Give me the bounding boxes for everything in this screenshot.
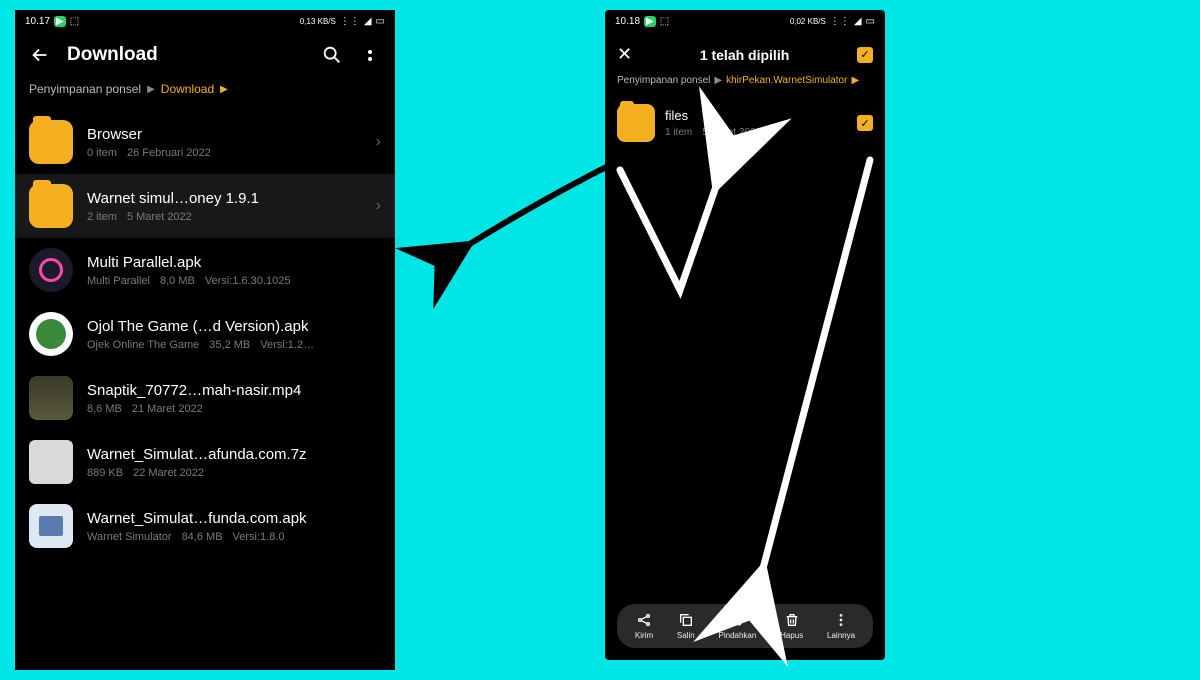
battery-icon: ▭ xyxy=(866,16,875,27)
search-button[interactable] xyxy=(321,44,343,66)
item-name: Warnet_Simulat…funda.com.apk xyxy=(87,510,381,527)
wifi-icon: ⋮⋮ xyxy=(340,16,360,27)
select-all-checkbox[interactable]: ✓ xyxy=(857,47,873,63)
right-screenshot: 10.18 ▶ ⬚ 0,02 KB/S ⋮⋮ ◢ ▭ ✕ 1 telah dip… xyxy=(605,10,885,660)
action-label: Pindahkan xyxy=(719,631,757,640)
item-name: files xyxy=(665,108,847,123)
item-name: Browser xyxy=(87,126,362,143)
selection-bar: ✕ 1 telah dipilih ✓ xyxy=(605,32,885,75)
app-icon xyxy=(29,504,73,548)
cast-icon: ⬚ xyxy=(70,16,79,27)
breadcrumb-root[interactable]: Penyimpanan ponsel xyxy=(617,75,710,86)
chevron-right-icon: ▶ xyxy=(714,75,722,86)
item-name: Warnet simul…oney 1.9.1 xyxy=(87,190,362,207)
app-icon xyxy=(29,248,73,292)
folder-icon xyxy=(29,184,73,228)
delete-button[interactable]: Hapus xyxy=(780,612,803,640)
signal-icon: ◢ xyxy=(854,16,862,27)
chevron-right-icon: › xyxy=(376,133,381,151)
list-item[interactable]: Warnet_Simulat…funda.com.apk Warnet Simu… xyxy=(15,494,395,558)
item-name: Snaptik_70772…mah-nasir.mp4 xyxy=(87,382,381,399)
more-button[interactable] xyxy=(359,44,381,66)
more-button[interactable]: Lainnya xyxy=(827,612,855,640)
page-title: Download xyxy=(67,44,305,66)
close-button[interactable]: ✕ xyxy=(617,44,632,65)
list-item[interactable]: Warnet_Simulat…afunda.com.7z 889 KB22 Ma… xyxy=(15,430,395,494)
annotation-arrow xyxy=(460,160,620,250)
move-button[interactable]: Pindahkan xyxy=(719,612,757,640)
chevron-right-icon: ▶ xyxy=(851,75,859,86)
chevron-right-icon: › xyxy=(376,197,381,215)
list-item[interactable]: Browser 0 item26 Februari 2022 › xyxy=(15,110,395,174)
breadcrumb-root[interactable]: Penyimpanan ponsel xyxy=(29,82,141,96)
chevron-right-icon: ▶ xyxy=(147,84,155,95)
folder-icon xyxy=(29,120,73,164)
wifi-icon: ⋮⋮ xyxy=(830,16,850,27)
whatsapp-icon: ▶ xyxy=(54,16,66,27)
status-bar: 10.18 ▶ ⬚ 0,02 KB/S ⋮⋮ ◢ ▭ xyxy=(605,10,885,32)
app-icon xyxy=(29,312,73,356)
breadcrumb[interactable]: Penyimpanan ponsel ▶ Download ▶ xyxy=(15,82,395,110)
cast-icon: ⬚ xyxy=(660,16,669,27)
status-bar: 10.17 ▶ ⬚ 0,13 KB/S ⋮⋮ ◢ ▭ xyxy=(15,10,395,32)
action-label: Lainnya xyxy=(827,631,855,640)
list-item[interactable]: files 1 item5 Maret 2022 ✓ xyxy=(605,96,885,150)
whatsapp-icon: ▶ xyxy=(644,16,656,27)
share-button[interactable]: Kirim xyxy=(635,612,653,640)
back-button[interactable] xyxy=(29,44,51,66)
item-name: Multi Parallel.apk xyxy=(87,254,381,271)
net-speed: 0,13 KB/S xyxy=(300,17,336,26)
list-item[interactable]: Ojol The Game (…d Version).apk Ojek Onli… xyxy=(15,302,395,366)
breadcrumb-leaf[interactable]: Download xyxy=(161,82,214,96)
action-label: Kirim xyxy=(635,631,653,640)
breadcrumb-leaf[interactable]: khirPekan.WarnetSimulator xyxy=(726,75,847,86)
archive-icon xyxy=(29,440,73,484)
chevron-right-icon: ▶ xyxy=(220,84,228,95)
item-name: Warnet_Simulat…afunda.com.7z xyxy=(87,446,381,463)
item-checkbox[interactable]: ✓ xyxy=(857,115,873,131)
list-item[interactable]: Snaptik_70772…mah-nasir.mp4 8,6 MB21 Mar… xyxy=(15,366,395,430)
selection-title: 1 telah dipilih xyxy=(642,47,847,63)
list-item[interactable]: Warnet simul…oney 1.9.1 2 item5 Maret 20… xyxy=(15,174,395,238)
breadcrumb[interactable]: Penyimpanan ponsel ▶ khirPekan.WarnetSim… xyxy=(605,75,885,96)
net-speed: 0,02 KB/S xyxy=(790,17,826,26)
list-item[interactable]: Multi Parallel.apk Multi Parallel8,0 MBV… xyxy=(15,238,395,302)
signal-icon: ◢ xyxy=(364,16,372,27)
action-bar: Kirim Salin Pindahkan Hapus Lainnya xyxy=(617,604,873,648)
left-screenshot: 10.17 ▶ ⬚ 0,13 KB/S ⋮⋮ ◢ ▭ Download Peny… xyxy=(15,10,395,670)
battery-icon: ▭ xyxy=(376,16,385,27)
copy-button[interactable]: Salin xyxy=(677,612,695,640)
action-label: Hapus xyxy=(780,631,803,640)
action-label: Salin xyxy=(677,631,695,640)
folder-icon xyxy=(617,104,655,142)
app-bar: Download xyxy=(15,32,395,82)
status-time: 10.18 xyxy=(615,16,640,27)
item-name: Ojol The Game (…d Version).apk xyxy=(87,318,381,335)
video-thumb xyxy=(29,376,73,420)
status-time: 10.17 xyxy=(25,16,50,27)
